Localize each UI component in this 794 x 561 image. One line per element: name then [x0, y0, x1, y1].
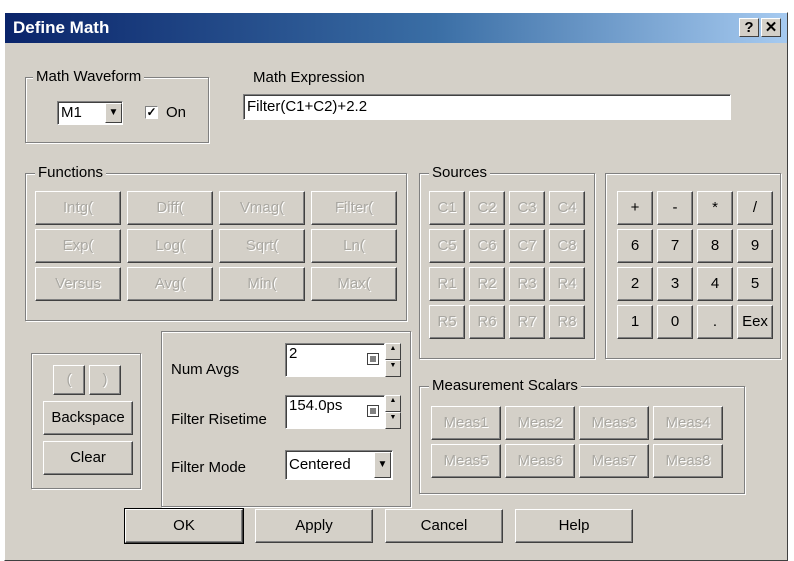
function-button-ln[interactable]: Ln( — [311, 229, 397, 263]
function-button-vmag[interactable]: Vmag( — [219, 191, 305, 225]
num-avgs-spin-up-icon[interactable]: ▲ — [385, 343, 401, 360]
define-math-dialog: Define Math ? ✕ Math Waveform M1 ▼ ✓ On … — [4, 12, 788, 561]
key-1[interactable]: 1 — [617, 305, 653, 339]
meas-button-meas2[interactable]: Meas2 — [505, 406, 575, 440]
source-button-r4[interactable]: R4 — [549, 267, 585, 301]
function-button-diff[interactable]: Diff( — [127, 191, 213, 225]
clear-button[interactable]: Clear — [43, 441, 133, 475]
key-minus[interactable]: - — [657, 191, 693, 225]
meas-button-meas5[interactable]: Meas5 — [431, 444, 501, 478]
key-5[interactable]: 5 — [737, 267, 773, 301]
key-9[interactable]: 9 — [737, 229, 773, 263]
close-button[interactable]: ✕ — [761, 18, 781, 37]
source-button-c2[interactable]: C2 — [469, 191, 505, 225]
source-button-c7[interactable]: C7 — [509, 229, 545, 263]
meas-button-meas4[interactable]: Meas4 — [653, 406, 723, 440]
source-button-c5[interactable]: C5 — [429, 229, 465, 263]
source-button-r8[interactable]: R8 — [549, 305, 585, 339]
meas-button-meas7[interactable]: Meas7 — [579, 444, 649, 478]
meas-button-meas8[interactable]: Meas8 — [653, 444, 723, 478]
key-0[interactable]: 0 — [657, 305, 693, 339]
function-button-min[interactable]: Min( — [219, 267, 305, 301]
function-button-filter[interactable]: Filter( — [311, 191, 397, 225]
measurement-scalars-legend: Measurement Scalars — [429, 377, 581, 394]
meas-button-meas6[interactable]: Meas6 — [505, 444, 575, 478]
num-avgs-label: Num Avgs — [171, 361, 240, 378]
num-avgs-spin-down-icon[interactable]: ▼ — [385, 360, 401, 377]
key-divide[interactable]: / — [737, 191, 773, 225]
function-button-max[interactable]: Max( — [311, 267, 397, 301]
key-7[interactable]: 7 — [657, 229, 693, 263]
key-6[interactable]: 6 — [617, 229, 653, 263]
function-button-avg[interactable]: Avg( — [127, 267, 213, 301]
help-question-button[interactable]: ? — [739, 18, 759, 37]
source-button-c4[interactable]: C4 — [549, 191, 585, 225]
help-button[interactable]: Help — [515, 509, 633, 543]
math-waveform-dropdown-arrow-icon[interactable]: ▼ — [105, 103, 122, 123]
filter-mode-label: Filter Mode — [171, 459, 247, 476]
source-button-c3[interactable]: C3 — [509, 191, 545, 225]
function-button-versus[interactable]: Versus — [35, 267, 121, 301]
key-eex[interactable]: Eex — [737, 305, 773, 339]
key-decimal[interactable]: . — [697, 305, 733, 339]
filter-risetime-calculator-icon[interactable] — [367, 405, 379, 417]
key-plus[interactable]: + — [617, 191, 653, 225]
source-button-r2[interactable]: R2 — [469, 267, 505, 301]
filter-mode-dropdown-arrow-icon[interactable]: ▼ — [374, 452, 391, 478]
function-button-exp[interactable]: Exp( — [35, 229, 121, 263]
math-waveform-legend: Math Waveform — [33, 68, 145, 85]
close-paren-button[interactable]: ) — [89, 365, 121, 395]
source-button-r5[interactable]: R5 — [429, 305, 465, 339]
ok-button[interactable]: OK — [124, 508, 244, 544]
on-checkbox[interactable]: ✓ — [145, 106, 158, 119]
filter-mode-value: Centered — [289, 456, 351, 473]
math-expression-label: Math Expression — [253, 69, 365, 86]
function-button-log[interactable]: Log( — [127, 229, 213, 263]
on-label: On — [166, 104, 187, 121]
source-button-c1[interactable]: C1 — [429, 191, 465, 225]
key-2[interactable]: 2 — [617, 267, 653, 301]
source-button-c6[interactable]: C6 — [469, 229, 505, 263]
dialog-title: Define Math — [13, 18, 110, 37]
filter-risetime-label: Filter Risetime — [171, 411, 267, 428]
open-paren-button[interactable]: ( — [53, 365, 85, 395]
key-8[interactable]: 8 — [697, 229, 733, 263]
key-3[interactable]: 3 — [657, 267, 693, 301]
apply-button[interactable]: Apply — [255, 509, 373, 543]
functions-legend: Functions — [35, 164, 107, 181]
cancel-button[interactable]: Cancel — [385, 509, 503, 543]
key-4[interactable]: 4 — [697, 267, 733, 301]
math-waveform-value: M1 — [61, 104, 82, 121]
filter-risetime-spin-up-icon[interactable]: ▲ — [385, 395, 401, 412]
sources-legend: Sources — [429, 164, 491, 181]
source-button-r6[interactable]: R6 — [469, 305, 505, 339]
function-button-intg[interactable]: Intg( — [35, 191, 121, 225]
key-multiply[interactable]: * — [697, 191, 733, 225]
filter-risetime-spin-down-icon[interactable]: ▼ — [385, 412, 401, 429]
source-button-r3[interactable]: R3 — [509, 267, 545, 301]
math-expression-input[interactable]: Filter(C1+C2)+2.2 — [243, 94, 731, 120]
num-avgs-calculator-icon[interactable] — [367, 353, 379, 365]
meas-button-meas3[interactable]: Meas3 — [579, 406, 649, 440]
backspace-button[interactable]: Backspace — [43, 401, 133, 435]
meas-button-meas1[interactable]: Meas1 — [431, 406, 501, 440]
source-button-r1[interactable]: R1 — [429, 267, 465, 301]
title-bar[interactable]: Define Math ? ✕ — [5, 13, 787, 43]
function-button-sqrt[interactable]: Sqrt( — [219, 229, 305, 263]
source-button-r7[interactable]: R7 — [509, 305, 545, 339]
source-button-c8[interactable]: C8 — [549, 229, 585, 263]
